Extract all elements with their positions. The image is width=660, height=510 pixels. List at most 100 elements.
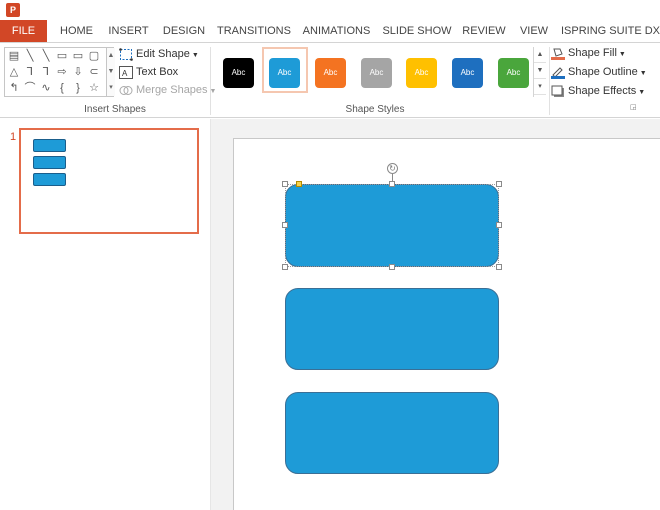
ribbon-tabs: FILE HOME INSERT DESIGN TRANSITIONS ANIM… [0,20,660,42]
paint-bucket-icon [551,47,565,60]
tab-view[interactable]: VIEW [517,20,551,42]
dialog-launcher-icon[interactable]: ◲ [630,104,638,112]
rounded-rectangle-shape[interactable] [285,184,499,267]
thumb-shape [33,156,66,169]
star-shape-icon[interactable]: ☆ [87,81,101,95]
text-box-label: Text Box [136,66,178,78]
resize-handle[interactable] [282,222,288,228]
tab-insert[interactable]: INSERT [106,20,151,42]
chevron-down-icon: ▼ [192,52,199,59]
ribbon-format: ▤ ╲ ╲ ▭ ▭ ▢ △ ⅂ ⅂ ⇨ ⇩ ⊂ ↰ ⌒ ∿ { } ☆ ▲ ▼ … [0,42,660,118]
tab-home[interactable]: HOME [55,20,98,42]
merge-shapes-icon [119,84,133,97]
shapes-gallery[interactable]: ▤ ╲ ╲ ▭ ▭ ▢ △ ⅂ ⅂ ⇨ ⇩ ⊂ ↰ ⌒ ∿ { } ☆ ▲ ▼ … [4,47,114,97]
resize-handle[interactable] [389,264,395,270]
elbow-connector-shape-icon[interactable]: ⅂ [23,65,37,79]
shape-effects-icon [551,85,565,98]
triangle-shape-icon[interactable]: △ [7,65,21,79]
resize-handle[interactable] [496,181,502,187]
snipped-rectangle-shape-icon[interactable]: ▢ [87,49,101,63]
line-shape-icon[interactable]: ╲ [23,49,37,63]
resize-handle[interactable] [496,222,502,228]
pencil-outline-icon [551,66,565,79]
rotate-handle-icon[interactable]: ↻ [387,163,398,174]
arc-shape-icon[interactable]: ⌒ [23,81,37,95]
shape-styles-group-label: Shape Styles [216,104,534,115]
shape-styles-gallery[interactable]: Abc Abc Abc Abc Abc Abc Abc [216,47,534,99]
style-swatch-dark-blue-preview: Abc [452,58,483,88]
style-swatch-black[interactable]: Abc [216,47,262,93]
tab-animations[interactable]: ANIMATIONS [300,20,373,42]
shape-outline-label: Shape Outline [568,66,638,78]
edit-shape-label: Edit Shape [136,48,190,60]
style-swatch-dark-blue[interactable]: Abc [445,47,491,93]
tab-transitions[interactable]: TRANSITIONS [216,20,292,42]
chevron-down-icon: ▼ [619,51,626,58]
slide-thumbnail-1[interactable] [19,128,199,234]
style-swatch-orange-preview: Abc [315,58,346,88]
style-swatch-blue-preview: Abc [269,58,300,88]
merge-shapes-label: Merge Shapes [136,84,208,96]
resize-handle[interactable] [496,264,502,270]
callout-shape-icon[interactable]: ⊂ [87,65,101,79]
arrow-line-shape-icon[interactable]: ╲ [39,49,53,63]
rectangle-shape-icon[interactable]: ▭ [55,49,69,63]
style-swatch-green[interactable]: Abc [491,47,537,93]
tab-slide-show[interactable]: SLIDE SHOW [382,20,452,42]
right-arrow-shape-icon[interactable]: ⇨ [55,65,69,79]
rounded-rectangle-shape-icon[interactable]: ▭ [71,49,85,63]
down-arrow-shape-icon[interactable]: ⇩ [71,65,85,79]
edit-shape-button[interactable]: Edit Shape▼ [119,45,199,63]
gallery-more-icon[interactable]: ▾ [106,80,115,96]
tab-file[interactable]: FILE [0,20,47,42]
chevron-down-icon: ▼ [640,70,647,77]
thumb-shape [33,139,66,152]
resize-handle[interactable] [282,181,288,187]
shape-outline-button[interactable]: Shape Outline▼ [551,63,647,81]
right-brace-shape-icon[interactable]: } [71,81,85,95]
text-box-button[interactable]: A Text Box [119,63,178,81]
svg-text:A: A [122,69,128,78]
styles-scroll-up-icon[interactable]: ▲ [534,47,546,63]
insert-shapes-group-label: Insert Shapes [40,104,190,115]
style-swatch-gold-preview: Abc [406,58,437,88]
resize-handle[interactable] [282,264,288,270]
style-swatch-gold[interactable]: Abc [399,47,445,93]
style-swatch-orange[interactable]: Abc [308,47,354,93]
style-swatch-green-preview: Abc [498,58,529,88]
styles-gallery-scroll: ▲ ▼ ▾ [533,47,546,97]
styles-scroll-down-icon[interactable]: ▼ [534,63,546,79]
thumb-shape [33,173,66,186]
style-swatch-blue-selected[interactable]: Abc [262,47,308,93]
style-swatch-gray-preview: Abc [361,58,392,88]
chevron-down-icon: ▼ [638,89,645,96]
shape-effects-label: Shape Effects [568,85,636,97]
styles-more-icon[interactable]: ▾ [534,79,546,95]
gallery-scroll-up-icon[interactable]: ▲ [106,48,115,64]
edit-shape-icon [119,48,133,61]
left-brace-shape-icon[interactable]: { [55,81,69,95]
text-box-shape-icon[interactable]: ▤ [7,49,21,63]
resize-handle[interactable] [389,181,395,187]
tab-design[interactable]: DESIGN [160,20,208,42]
shape-fill-button[interactable]: Shape Fill▼ [551,44,626,62]
rounded-rectangle-shape[interactable] [285,392,499,474]
curved-arrow-shape-icon[interactable]: ↰ [7,81,21,95]
slide-number: 1 [10,131,16,143]
gallery-scroll-down-icon[interactable]: ▼ [106,64,115,80]
style-swatch-gray[interactable]: Abc [354,47,400,93]
rounded-rectangle-shape[interactable] [285,288,499,370]
style-swatch-black-preview: Abc [223,58,254,88]
title-bar: P [0,0,660,20]
powerpoint-app-icon[interactable]: P [6,3,20,17]
adjust-handle[interactable] [296,181,302,187]
curve-shape-icon[interactable]: ∿ [39,81,53,95]
merge-shapes-button[interactable]: Merge Shapes▼ [119,81,216,99]
tab-review[interactable]: REVIEW [461,20,507,42]
shape-fill-label: Shape Fill [568,47,617,59]
tab-ispring-suite[interactable]: ISPRING SUITE DX [561,20,660,42]
shape-effects-button[interactable]: Shape Effects▼ [551,82,645,100]
group-divider [549,47,550,115]
elbow-arrow-shape-icon[interactable]: ⅂ [39,65,53,79]
group-divider [210,47,211,115]
